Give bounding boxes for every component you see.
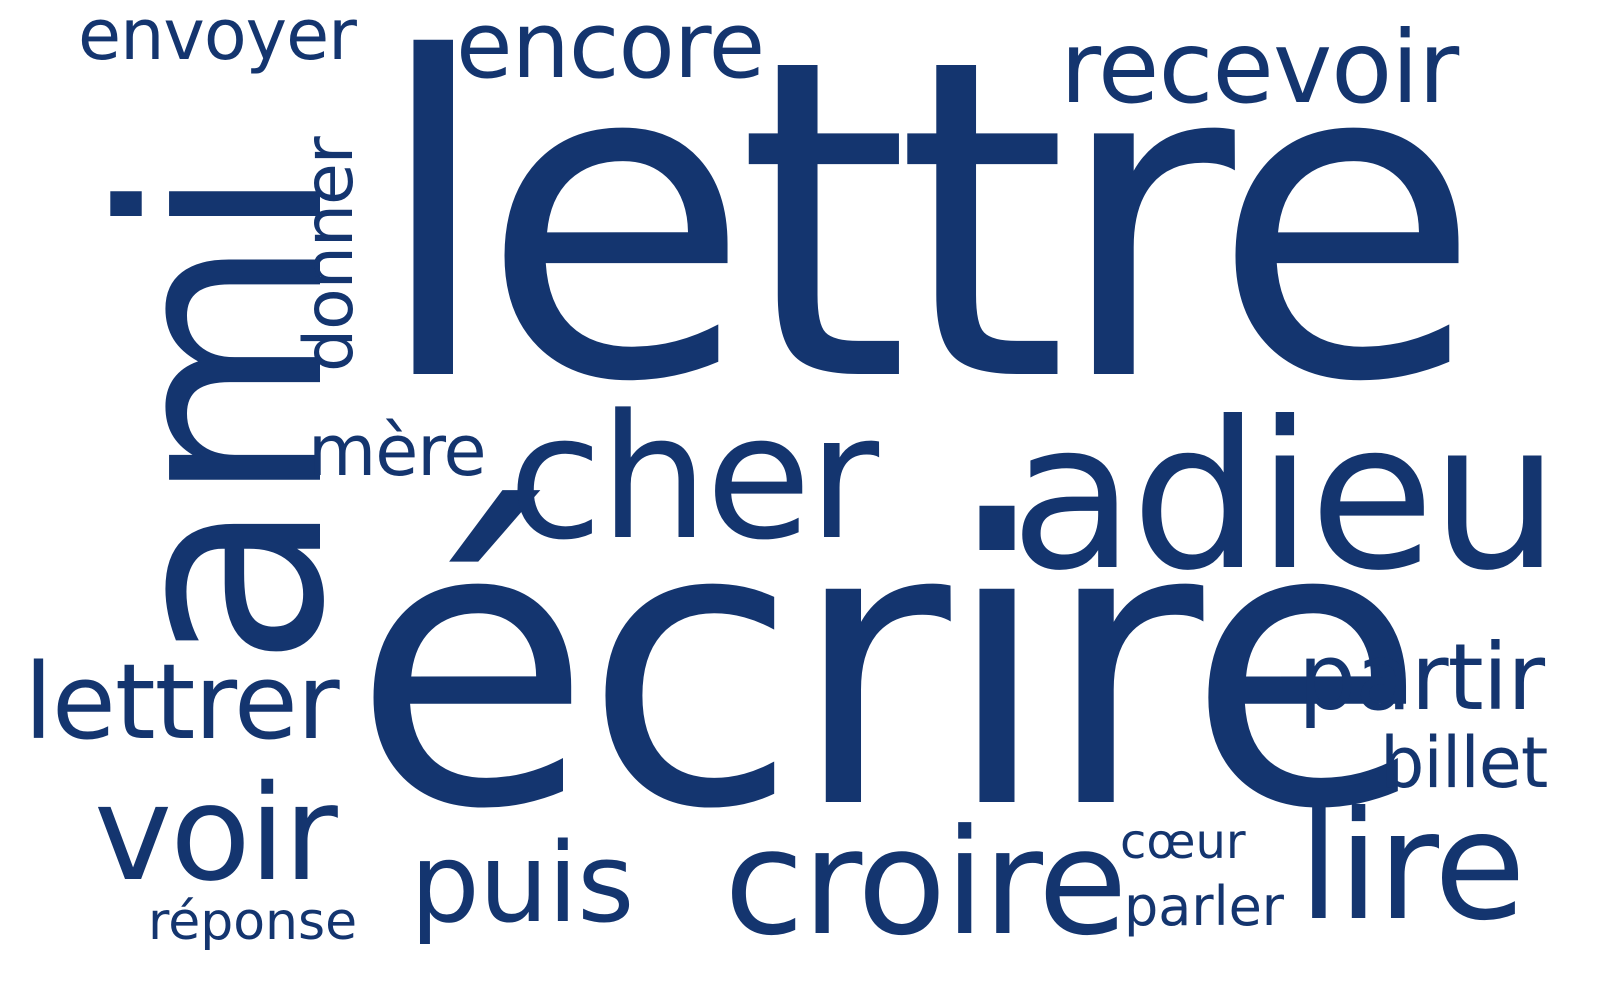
word-reponse: réponse [148, 892, 358, 952]
word-coeur: cœur [1120, 814, 1246, 870]
word-adieu: adieu [1010, 379, 1560, 616]
word-puis: puis [410, 819, 634, 947]
word-voir: voir [94, 757, 338, 911]
word-lire: lire [1298, 780, 1526, 954]
word-envoyer: envoyer [78, 0, 357, 76]
word-croire: croire [724, 798, 1128, 968]
word-cloud: lettre écrire ami adieu cher croire lire… [0, 0, 1600, 1000]
word-recevoir: recevoir [1060, 9, 1459, 126]
word-lettrer: lettrer [24, 641, 340, 763]
word-donner: donner [290, 137, 369, 372]
word-cher: cher [508, 377, 879, 578]
word-mere: mère [308, 410, 487, 492]
word-billet: billet [1380, 722, 1548, 804]
word-partir: partir [1298, 624, 1545, 731]
word-parler: parler [1124, 875, 1284, 938]
word-encore: encore [456, 0, 765, 99]
